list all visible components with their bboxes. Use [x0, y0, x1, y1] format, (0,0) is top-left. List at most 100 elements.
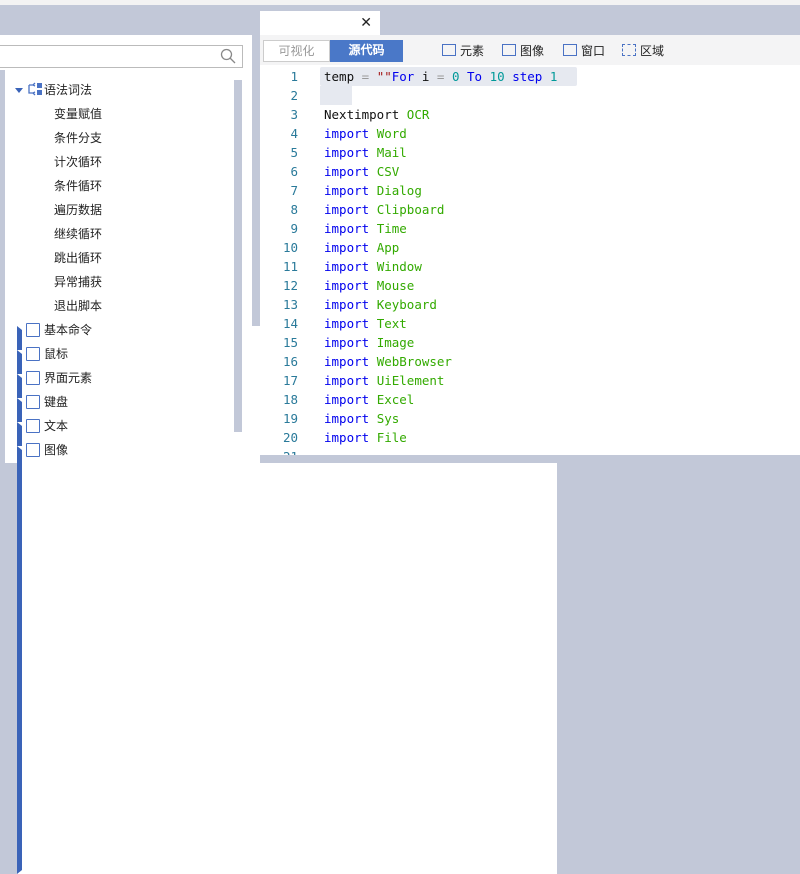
tree-item[interactable]: 跳出循环 — [54, 248, 102, 268]
mouse-icon — [26, 347, 40, 361]
token: import — [324, 278, 370, 293]
tree-item[interactable]: 计次循环 — [54, 152, 102, 172]
code-line: 11 import Window — [260, 257, 422, 276]
tree-item[interactable]: 退出脚本 — [54, 296, 102, 316]
capture-0-button[interactable]: 元素 — [442, 42, 484, 60]
token: For — [391, 69, 422, 84]
line-number: 16 — [282, 354, 298, 369]
token: Text — [376, 316, 407, 331]
token: = — [429, 69, 452, 84]
close-tab-icon[interactable]: ✕ — [360, 13, 372, 33]
tree-item[interactable]: 继续循环 — [54, 224, 102, 244]
capture-2-button[interactable]: 窗口 — [563, 42, 605, 60]
token: import — [324, 164, 370, 179]
title-strip — [0, 0, 800, 5]
line-number: 3 — [290, 107, 298, 122]
document-icon — [26, 419, 40, 433]
line-number: 17 — [282, 373, 298, 388]
token: import — [324, 221, 370, 236]
token: WebBrowser — [376, 354, 452, 369]
code-line: 19 import Sys — [260, 409, 399, 428]
code-line: 7 import Dialog — [260, 181, 421, 200]
image-icon — [26, 443, 40, 457]
tree-item[interactable]: 条件分支 — [54, 128, 102, 148]
token: import — [324, 430, 370, 445]
tree-item[interactable]: 遍历数据 — [54, 200, 102, 220]
sidebar-scrollbar[interactable] — [234, 80, 242, 432]
code-line: 14 import Text — [260, 314, 407, 333]
tree-item[interactable]: 变量赋值 — [54, 104, 102, 124]
token: import — [324, 259, 370, 274]
line-number: 2 — [290, 88, 298, 103]
code-line: 5 import Mail — [260, 143, 406, 162]
token: Clipboard — [376, 202, 445, 217]
token: import — [324, 335, 370, 350]
token: File — [376, 430, 407, 445]
line-highlight — [320, 86, 352, 105]
tree-category[interactable]: 文本 — [44, 416, 68, 436]
code-line: 12 import Mouse — [260, 276, 414, 295]
tree-category[interactable]: 鼠标 — [44, 344, 68, 364]
line-number: 9 — [290, 221, 298, 236]
collapse-arrow-icon[interactable] — [15, 88, 23, 93]
ui-element-icon — [26, 371, 40, 385]
token: import — [324, 392, 370, 407]
tool-label: 图像 — [520, 44, 545, 58]
tree-category[interactable]: 图像 — [44, 440, 68, 460]
tree-item[interactable]: 异常捕获 — [54, 272, 102, 292]
line-number: 4 — [290, 126, 298, 141]
tab-source[interactable]: 源代码 — [330, 40, 403, 62]
token: import — [324, 297, 370, 312]
token: UiElement — [376, 373, 445, 388]
tree-category[interactable]: 基本命令 — [44, 320, 92, 340]
line-number: 5 — [290, 145, 298, 160]
search-input[interactable] — [0, 45, 243, 68]
line-number: 14 — [282, 316, 298, 331]
line-number: 20 — [282, 430, 298, 445]
token: To — [459, 69, 490, 84]
token: Next — [324, 107, 355, 122]
code-line: 10 import App — [260, 238, 399, 257]
line-number: 11 — [282, 259, 298, 274]
command-sidebar: 语法词法变量赋值条件分支计次循环条件循环遍历数据继续循环跳出循环异常捕获退出脚本… — [0, 35, 557, 874]
tree-group-syntax[interactable]: 语法词法 — [44, 80, 92, 100]
code-line: 4 import Word — [260, 124, 406, 143]
token: Word — [376, 126, 407, 141]
window-pick-icon — [563, 44, 577, 56]
syntax-icon — [28, 82, 42, 96]
search-icon[interactable] — [220, 48, 236, 64]
code-editor[interactable]: 1 temp = ""For i = 0 To 10 step 1 2 3 Next… — [260, 65, 800, 459]
token: Sys — [376, 411, 400, 426]
code-line: 13 import Keyboard — [260, 295, 437, 314]
capture-1-button[interactable]: 图像 — [502, 42, 544, 60]
command-tree: 语法词法变量赋值条件分支计次循环条件循环遍历数据继续循环跳出循环异常捕获退出脚本… — [0, 70, 557, 874]
line-number: 13 — [282, 297, 298, 312]
capture-3-button[interactable]: 区域 — [622, 42, 664, 60]
token: import — [324, 202, 370, 217]
element-pick-icon — [442, 44, 456, 56]
token: CSV — [376, 164, 400, 179]
token: import — [324, 411, 370, 426]
expand-arrow-icon[interactable] — [17, 446, 557, 874]
code-line: 1 temp = ""For i = 0 To 10 step 1 — [260, 67, 557, 86]
token: "" — [376, 69, 392, 84]
token: import — [324, 145, 370, 160]
editor-horizontal-scrollbar[interactable] — [260, 455, 800, 463]
tree-item[interactable]: 条件循环 — [54, 176, 102, 196]
tool-label: 区域 — [640, 44, 665, 58]
tree-category[interactable]: 键盘 — [44, 392, 68, 412]
line-number: 1 — [290, 69, 298, 84]
editor-tab[interactable]: ✕ — [260, 11, 380, 35]
token: 0 — [451, 69, 460, 84]
editor-panel: 可视化 源代码 元素 图像 窗口 区域 1 temp = ""For i = 0 To … — [260, 35, 800, 463]
code-line: 15 import Image — [260, 333, 414, 352]
code-line: 6 import CSV — [260, 162, 399, 181]
code-line: 8 import Clipboard — [260, 200, 444, 219]
line-number: 15 — [282, 335, 298, 350]
token: Time — [376, 221, 407, 236]
token: temp — [324, 69, 355, 84]
code-line: 2 — [260, 86, 298, 105]
tab-visual[interactable]: 可视化 — [263, 40, 330, 62]
tree-category[interactable]: 界面元素 — [44, 368, 92, 388]
keyboard-icon — [26, 395, 40, 409]
